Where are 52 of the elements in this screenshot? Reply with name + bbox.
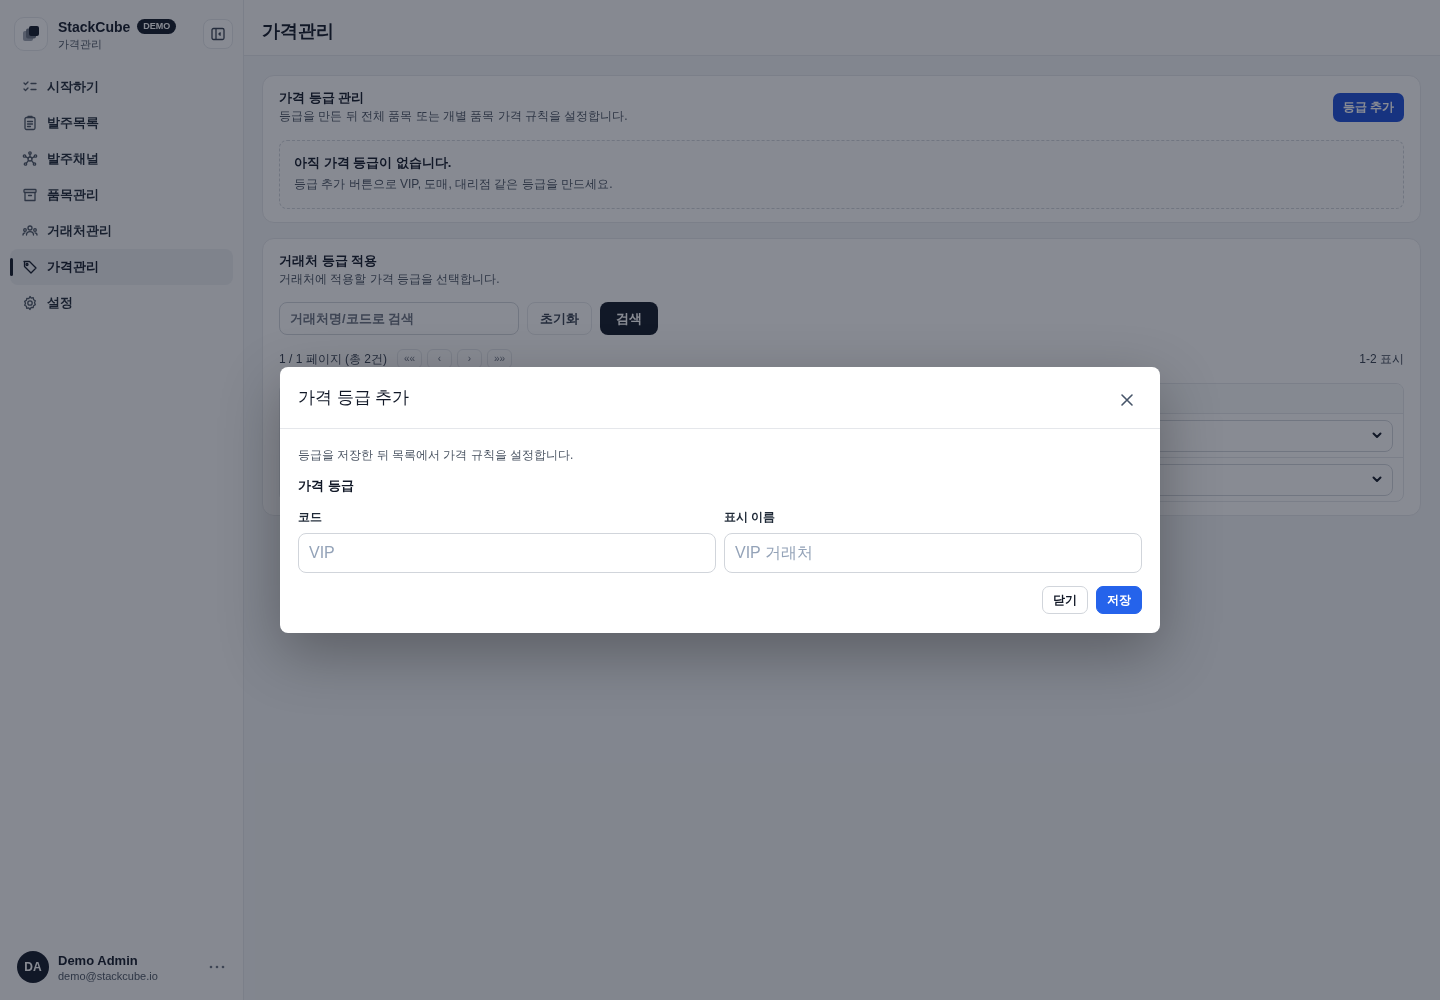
sidebar-item[interactable]: 발주채널 [10,141,233,177]
user-avatar: DA [17,951,49,983]
card-title: 가격 등급 관리 [279,89,366,107]
panel-icon [211,27,225,41]
input-field[interactable]: VIP 거래처 [724,533,1142,573]
range-label: 1-2 표시 [1359,351,1404,367]
logo-icon [14,17,48,51]
sidebar-item[interactable]: 품목관리 [10,177,233,213]
network-icon [22,151,38,167]
search-button[interactable]: 검색 [600,302,658,335]
brand-name: StackCube [58,17,131,36]
empty-state-description: 등급 추가 버튼으로 VIP, 도매, 대리점 같은 등급을 만드세요. [294,176,614,192]
field-label: 표시 이름 [724,509,776,525]
page-summary: 1 / 1 페이지 (총 2건) [279,351,388,367]
save-button[interactable]: 저장 [1096,586,1142,614]
input-field[interactable]: VIP [298,533,716,573]
search-field[interactable]: 거래처명/코드로 검색 [279,302,519,335]
card-title: 거래처 등급 적용 [279,252,379,270]
close-button[interactable]: 닫기 [1042,586,1088,614]
sidebar-item[interactable]: 시작하기 [10,69,233,105]
pagination-button[interactable]: »» [487,349,513,369]
empty-state-title: 아직 가격 등급이 없습니다. [294,154,453,172]
tag-icon [22,259,38,275]
page-title: 가격관리 [262,20,334,43]
archive-box-icon [22,187,38,203]
field-label: 코드 [298,509,322,525]
chevron-down-icon [1372,476,1382,483]
pagination-button[interactable]: «« [397,349,423,369]
pagination-button[interactable]: ‹ [427,349,453,369]
people-icon [22,223,38,239]
sidebar-item[interactable]: 발주목록 [10,105,233,141]
more-icon[interactable] [209,965,225,969]
gear-icon [22,295,38,311]
brand-subtitle: 가격관리 [58,36,103,51]
dialog-title: 가격 등급 추가 [298,386,410,409]
dialog-description: 등급을 저장한 뒤 목록에서 가격 규칙을 설정합니다. [298,447,574,463]
sidebar-item[interactable]: 가격관리 [10,249,233,285]
close-icon[interactable] [1120,392,1134,407]
reset-button[interactable]: 초기화 [527,302,592,335]
section-title: 가격 등급 [298,477,354,495]
sidebar-item[interactable]: 설정 [10,285,233,321]
sidebar-toggle-button[interactable] [203,19,233,49]
user-email: demo@stackcube.io [58,968,159,983]
add-grade-button[interactable]: 등급 추가 [1332,93,1404,122]
user-name: Demo Admin [58,951,139,969]
demo-badge: DEMO [137,19,177,34]
pagination-button[interactable]: › [457,349,483,369]
sidebar-item[interactable]: 거래처관리 [10,213,233,249]
clipboard-icon [22,115,38,131]
card-description: 등급을 만든 뒤 전체 품목 또는 개별 품목 가격 규칙을 설정합니다. [279,108,628,124]
card-description: 거래처에 적용할 가격 등급을 선택합니다. [279,271,501,287]
chevron-down-icon [1372,432,1382,439]
